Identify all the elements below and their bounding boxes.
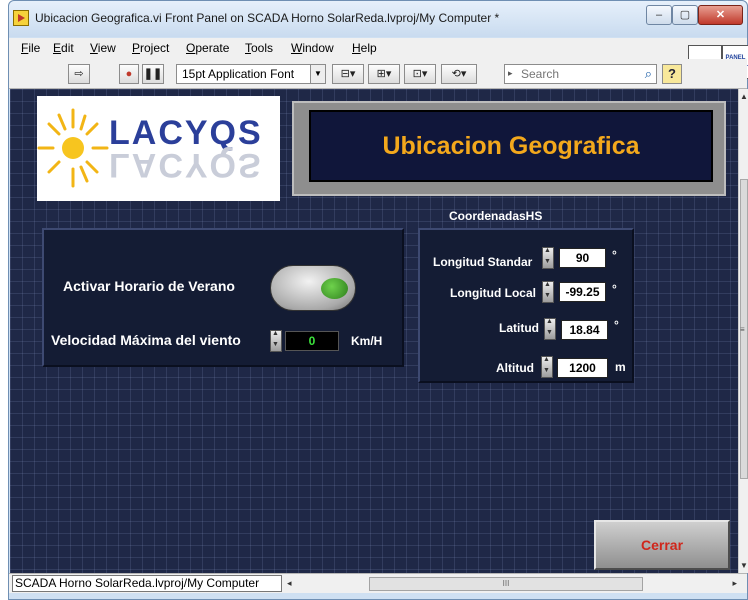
- logo-reflection: LACYQS: [109, 146, 263, 184]
- reorder-icon[interactable]: ⟲▾: [441, 64, 477, 84]
- altitud-label: Altitud: [496, 361, 534, 375]
- longitud-standar-field[interactable]: 90: [559, 248, 606, 268]
- menu-project[interactable]: Project: [132, 41, 169, 55]
- longitud-local-unit: °: [612, 282, 617, 296]
- daylight-saving-toggle[interactable]: [270, 265, 356, 311]
- latitud-label: Latitud: [499, 321, 539, 335]
- coords-cluster-label: CoordenadasHS: [449, 209, 543, 223]
- sun-icon: [37, 108, 109, 188]
- vertical-scrollbar[interactable]: ▲ ≡ ▼: [738, 89, 748, 573]
- search-icon[interactable]: ⌕: [645, 66, 652, 82]
- chevron-down-icon: ▼: [310, 65, 325, 83]
- menu-window[interactable]: Window: [291, 41, 334, 55]
- menu-view[interactable]: View: [90, 41, 116, 55]
- menu-tools[interactable]: Tools: [245, 41, 273, 55]
- longitud-local-label: Longitud Local: [450, 286, 536, 300]
- labview-app-icon: [13, 10, 29, 26]
- run-arrow-icon[interactable]: ⇨: [68, 64, 90, 84]
- altitud-unit: m: [615, 360, 626, 374]
- scroll-down-icon[interactable]: ▼: [740, 561, 748, 570]
- scroll-left-icon[interactable]: ◂: [287, 578, 292, 589]
- altitud-field[interactable]: 1200: [557, 358, 608, 378]
- minimize-button[interactable]: –: [646, 5, 672, 25]
- daylight-saving-label: Activar Horario de Verano: [63, 278, 235, 294]
- longitud-local-field[interactable]: -99.25: [559, 282, 606, 302]
- menu-edit[interactable]: Edit: [53, 41, 74, 55]
- longitud-local-stepper[interactable]: [542, 281, 554, 303]
- pause-icon[interactable]: ❚❚: [142, 64, 164, 84]
- longitud-standar-stepper[interactable]: [542, 247, 554, 269]
- abort-icon[interactable]: ●: [119, 64, 139, 84]
- horizontal-scroll-thumb[interactable]: III: [369, 577, 643, 591]
- title-frame: Ubicacion Geografica: [292, 101, 726, 196]
- menu-bar: File Edit View Project Operate Tools Win…: [9, 38, 747, 59]
- latitud-stepper[interactable]: [544, 318, 556, 340]
- window-title: Ubicacion Geografica.vi Front Panel on S…: [35, 11, 500, 25]
- context-help-button[interactable]: ?: [662, 64, 682, 84]
- page-title: Ubicacion Geografica: [382, 132, 640, 160]
- scroll-up-icon[interactable]: ▲: [740, 92, 748, 101]
- settings-cluster: Activar Horario de Verano Velocidad Máxi…: [42, 228, 404, 367]
- toolbar: ⇨ ● ❚❚ 15pt Application Font ▼ ⊟▾ ⊞▾ ⊡▾ …: [9, 59, 747, 89]
- lacyqs-logo: LACYQS LACYQS: [37, 96, 280, 201]
- close-window-button[interactable]: ✕: [698, 5, 743, 25]
- maximize-button[interactable]: ▢: [672, 5, 698, 25]
- scroll-grip-icon: ≡: [740, 325, 745, 334]
- menu-operate[interactable]: Operate: [186, 41, 229, 55]
- font-select[interactable]: 15pt Application Font ▼: [176, 64, 326, 84]
- altitud-stepper[interactable]: [541, 356, 553, 378]
- longitud-standar-label: Longitud Standar: [433, 255, 533, 269]
- latitud-unit: °: [614, 318, 619, 332]
- font-select-value: 15pt Application Font: [182, 67, 295, 81]
- title-bar[interactable]: Ubicacion Geografica.vi Front Panel on S…: [9, 1, 747, 37]
- scroll-right-icon[interactable]: ▸: [732, 578, 737, 589]
- search-box[interactable]: ▸ ⌕: [504, 64, 657, 84]
- wind-speed-stepper[interactable]: [270, 330, 282, 352]
- status-bar: SCADA Horno SolarReda.lvproj/My Computer…: [9, 573, 747, 593]
- search-input[interactable]: [521, 66, 631, 82]
- menu-file[interactable]: File: [21, 41, 40, 55]
- menu-help[interactable]: Help: [352, 41, 377, 55]
- align-objects-icon[interactable]: ⊟▾: [332, 64, 364, 84]
- distribute-objects-icon[interactable]: ⊞▾: [368, 64, 400, 84]
- wind-speed-unit: Km/H: [351, 334, 383, 348]
- lacyqs-logo-graphic: LACYQS LACYQS: [37, 108, 263, 188]
- search-scope-icon[interactable]: ▸: [508, 68, 513, 79]
- title-display: Ubicacion Geografica: [309, 110, 713, 182]
- wind-speed-label: Velocidad Máxima del viento: [51, 332, 241, 348]
- coords-cluster: Longitud Standar 90 ° Longitud Local -99…: [418, 228, 634, 383]
- front-panel: LACYQS LACYQS Ubicacion Geografica Activ…: [10, 89, 738, 573]
- cerrar-button[interactable]: Cerrar: [594, 520, 730, 570]
- latitud-field[interactable]: 18.84: [561, 320, 608, 340]
- project-context-path[interactable]: SCADA Horno SolarReda.lvproj/My Computer: [12, 575, 282, 592]
- resize-objects-icon[interactable]: ⊡▾: [404, 64, 436, 84]
- horizontal-scrollbar[interactable]: ◂ III ▸: [285, 576, 741, 592]
- toggle-led-icon: [321, 278, 348, 299]
- wind-speed-value[interactable]: 0: [285, 331, 339, 351]
- longitud-standar-unit: °: [612, 248, 617, 262]
- labview-window: Ubicacion Geografica.vi Front Panel on S…: [8, 0, 748, 600]
